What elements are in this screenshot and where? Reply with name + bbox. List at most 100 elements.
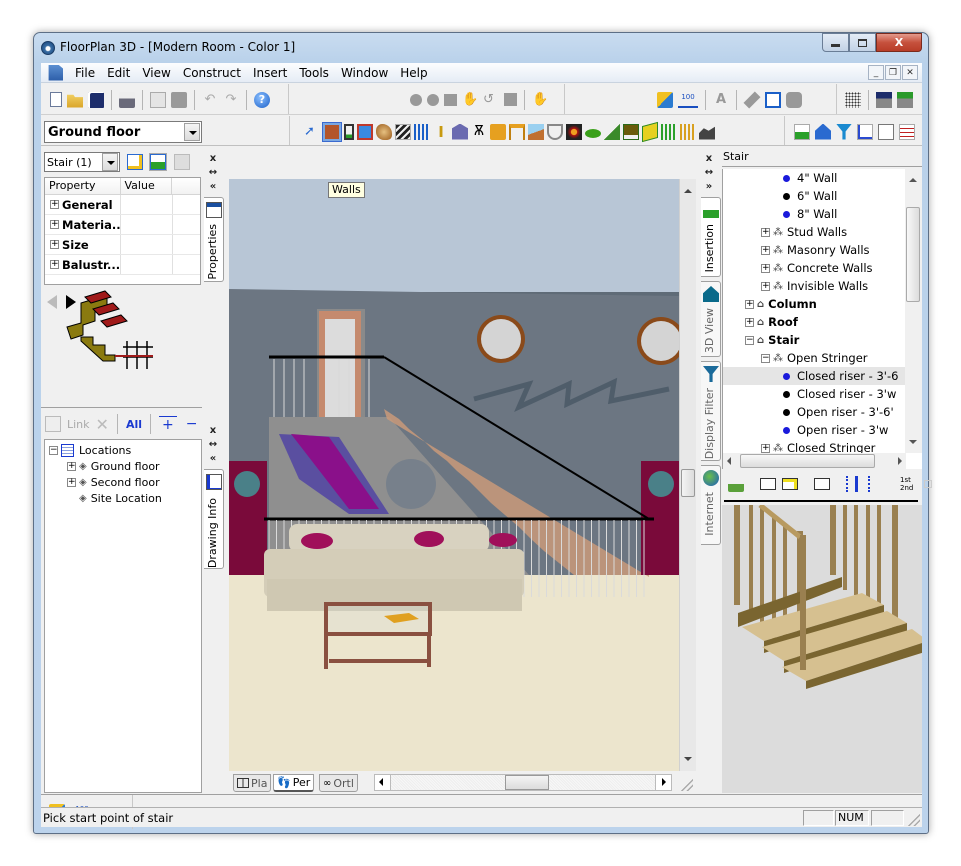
drawing-info-icon[interactable] <box>857 123 873 140</box>
delete-icon[interactable]: ✕ <box>96 415 109 434</box>
display-filter-icon[interactable] <box>836 123 852 140</box>
furniture-chair-icon[interactable] <box>509 123 525 140</box>
document-icon[interactable] <box>48 64 63 81</box>
column-header-value[interactable]: Value <box>121 178 173 194</box>
apply-property-icon[interactable] <box>149 153 167 171</box>
new-folder-icon[interactable] <box>782 478 798 490</box>
swap-1st-2nd-icon[interactable]: 1st 2nd <box>900 476 918 492</box>
orbit-hand-icon[interactable]: ✋ <box>532 92 548 108</box>
select-arrow-icon[interactable]: ➚ <box>304 124 320 140</box>
surface-icon[interactable] <box>786 91 802 108</box>
scroll-right-icon[interactable] <box>898 457 902 465</box>
catalog-tree-item[interactable]: 4" Wall <box>723 169 922 187</box>
catalog-tree-item[interactable]: + ⌂ Column <box>723 295 922 313</box>
tab-display-filter[interactable]: Display Filter <box>701 361 721 461</box>
landscape-shrub-icon[interactable] <box>585 129 601 138</box>
menu-view[interactable]: View <box>136 66 176 80</box>
zoom-window-icon[interactable] <box>444 93 457 106</box>
expand-panel-icon[interactable]: ↔ <box>206 167 220 179</box>
redo-icon[interactable]: ↷ <box>223 92 239 108</box>
scroll-up-icon[interactable] <box>684 185 692 193</box>
scroll-thumb[interactable] <box>681 469 695 497</box>
close-panel-icon[interactable]: x <box>702 153 716 165</box>
link-button[interactable]: Link <box>67 418 90 431</box>
catalog-tree-item[interactable]: Open riser - 3'-6' <box>723 403 922 421</box>
insert-object-icon[interactable] <box>794 123 810 140</box>
catalog-tree-item[interactable]: + ⌂ Roof <box>723 313 922 331</box>
fence-wood-icon[interactable] <box>680 123 696 140</box>
expand-icon[interactable]: + <box>761 245 770 255</box>
mdi-restore-button[interactable]: ❐ <box>885 65 901 80</box>
select-similar-icon[interactable] <box>174 154 190 170</box>
cabinet-icon[interactable] <box>490 123 506 140</box>
print-icon[interactable] <box>119 91 135 108</box>
scroll-thumb[interactable] <box>505 775 549 790</box>
building-icon[interactable] <box>452 123 468 140</box>
property-row[interactable]: + Balustr... <box>45 255 200 275</box>
expand-icon[interactable]: + <box>745 299 754 309</box>
expand-icon[interactable]: + <box>761 443 770 453</box>
mdi-minimize-button[interactable]: _ <box>868 65 884 80</box>
tree-item-site-location[interactable]: ◈ Site Location <box>45 490 201 506</box>
display-list-icon[interactable] <box>765 91 781 108</box>
close-button[interactable]: X <box>876 33 922 52</box>
catalog-tree-item[interactable]: Open riser - 3'w <box>723 421 922 439</box>
close-panel-icon[interactable]: x <box>206 425 220 437</box>
insert-to-plan-icon[interactable] <box>728 476 744 492</box>
tree-vertical-scrollbar[interactable] <box>905 169 922 453</box>
minimize-button[interactable] <box>822 33 849 52</box>
deck-block-icon[interactable] <box>642 121 658 142</box>
expand-all-button[interactable]: + <box>159 415 177 433</box>
expand-icon[interactable]: + <box>745 317 754 327</box>
scroll-up-icon[interactable] <box>909 174 917 182</box>
ramp-icon[interactable] <box>604 123 620 140</box>
catalog-tree-item[interactable]: − ⌂ Stair <box>723 331 922 349</box>
tab-properties[interactable]: Properties <box>204 197 224 282</box>
vertical-scrollbar[interactable] <box>679 179 696 771</box>
scroll-down-icon[interactable] <box>684 757 692 765</box>
zoom-in-icon[interactable] <box>410 93 422 106</box>
maximize-button[interactable] <box>849 33 876 52</box>
open-folder-icon[interactable] <box>67 94 83 108</box>
collapse-panel-icon[interactable]: » <box>702 181 716 193</box>
menu-window[interactable]: Window <box>335 66 394 80</box>
close-panel-icon[interactable]: x <box>206 153 220 165</box>
scroll-down-icon[interactable] <box>909 440 917 448</box>
glass-panel-icon[interactable] <box>528 123 544 140</box>
table-settings-icon[interactable] <box>899 123 915 140</box>
tab-drawing-info[interactable]: Drawing Info <box>204 469 224 569</box>
fence-green-icon[interactable] <box>661 123 677 140</box>
object-selector[interactable]: Stair (1) <box>44 152 120 172</box>
help-icon[interactable]: ? <box>254 91 270 108</box>
collapse-icon[interactable]: − <box>49 445 58 455</box>
collapse-icon[interactable]: − <box>745 335 754 345</box>
tab-3d-view[interactable]: 3D View <box>701 281 721 357</box>
undo-icon[interactable]: ↶ <box>202 92 218 108</box>
column-icon[interactable]: I <box>433 124 449 140</box>
menu-insert[interactable]: Insert <box>247 66 293 80</box>
expand-icon[interactable]: + <box>761 263 770 273</box>
property-row[interactable]: + Materia... <box>45 215 200 235</box>
tree-item-locations[interactable]: − Locations <box>45 442 201 458</box>
railing-icon[interactable] <box>414 123 430 140</box>
catalog-tree-item[interactable]: 8" Wall <box>723 205 922 223</box>
catalog-tree-item[interactable]: Closed riser - 3'-6 <box>723 367 906 385</box>
paste-icon[interactable] <box>171 91 187 108</box>
properties-folder-icon[interactable] <box>814 478 830 490</box>
new-property-icon[interactable] <box>127 154 143 170</box>
expand-panel-icon[interactable]: ↔ <box>206 439 220 451</box>
stair-icon[interactable] <box>395 123 411 140</box>
collapse-tree-icon[interactable] <box>868 476 884 492</box>
tab-perspective-view[interactable]: 👣 Per <box>273 774 315 792</box>
refresh-model-icon[interactable] <box>897 91 913 108</box>
expand-icon[interactable]: + <box>761 227 770 237</box>
collapse-panel-icon[interactable]: « <box>206 453 220 465</box>
resize-grip-icon[interactable] <box>908 814 920 826</box>
resize-grip-icon[interactable] <box>681 779 693 791</box>
save-icon[interactable] <box>88 91 104 108</box>
door-icon[interactable] <box>344 123 354 140</box>
catalog-tree-item[interactable]: + ⁂ Invisible Walls <box>723 277 922 295</box>
eraser-icon[interactable] <box>743 91 761 108</box>
expand-panel-icon[interactable]: ↔ <box>702 167 716 179</box>
menu-construct[interactable]: Construct <box>177 66 247 80</box>
